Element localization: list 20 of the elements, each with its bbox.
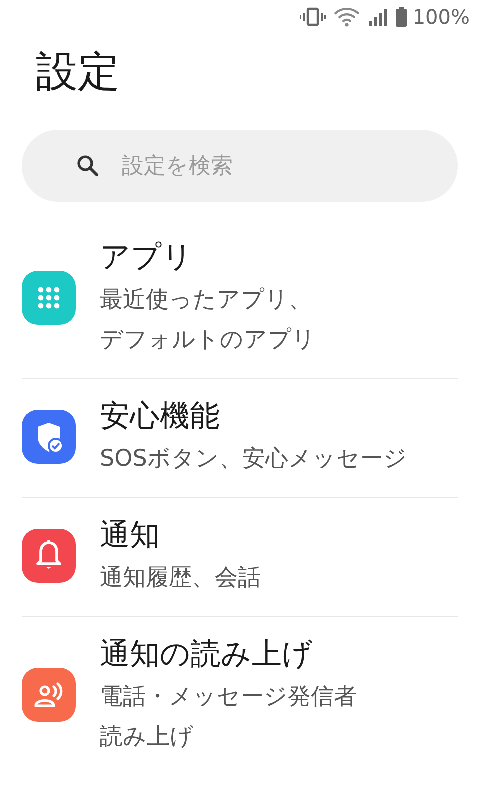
wifi-icon [334,7,360,27]
item-title: アプリ [100,239,194,277]
battery-level: 100% [412,5,470,29]
settings-item[interactable]: 安心機能 SOSボタン、安心メッセージ [22,379,458,498]
vibrate-icon [300,7,326,27]
item-title: 通知 [100,517,161,555]
item-subtitle: SOSボタン、安心メッセージ [100,445,408,474]
item-title: 安心機能 [100,398,221,436]
item-title: 通知の読み上げ [100,636,314,674]
settings-item[interactable]: アプリ 最近使ったアプリ、 デフォルトのアプリ [22,220,458,379]
settings-item[interactable]: 通知の読み上げ 電話・メッセージ発信者 読み上げ [22,617,458,757]
item-subtitle: 最近使ったアプリ、 デフォルトのアプリ [100,286,316,355]
search-icon [76,154,100,178]
item-subtitle: 通知履歴、会話 [100,564,261,593]
search-field[interactable]: 設定を検索 [22,130,458,202]
settings-item[interactable]: 通知 通知履歴、会話 [22,498,458,617]
signal-icon [368,7,388,27]
item-subtitle: 電話・メッセージ発信者 読み上げ [100,683,357,752]
page-title: 設定 [35,46,121,98]
battery-icon [396,7,407,27]
